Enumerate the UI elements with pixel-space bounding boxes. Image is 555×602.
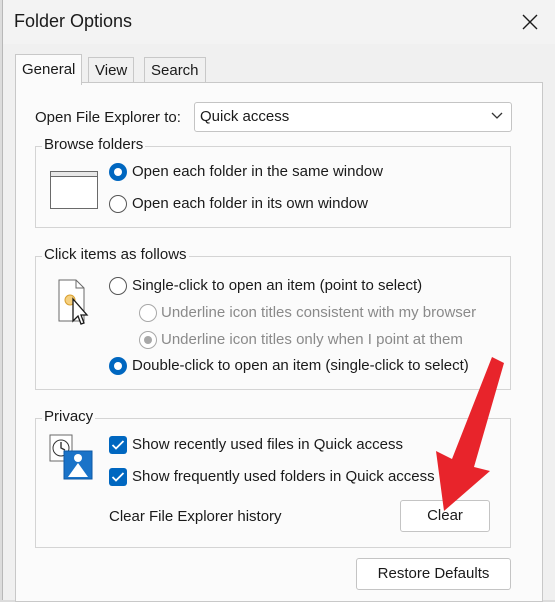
checkbox-frequent-folders[interactable] [109, 468, 127, 486]
general-panel: Open File Explorer to: Quick access Brow… [15, 82, 543, 602]
document-pointer-icon [58, 279, 89, 325]
radio-single-click[interactable] [109, 277, 127, 295]
chevron-down-icon [491, 112, 503, 119]
radio-own-window[interactable] [109, 195, 127, 213]
recent-files-label[interactable]: Show recently used files in Quick access [132, 436, 403, 453]
click-items-group: Click items as follows Single-click to o… [35, 246, 511, 390]
tab-view[interactable]: View [88, 57, 135, 83]
open-explorer-value: Quick access [200, 108, 290, 125]
window-icon [50, 171, 98, 209]
single-click-label[interactable]: Single-click to open an item (point to s… [132, 277, 422, 294]
radio-underline-browser[interactable] [139, 304, 157, 322]
double-click-label[interactable]: Double-click to open an item (single-cli… [132, 357, 469, 374]
radio-double-click[interactable] [109, 357, 127, 375]
title-bar: Folder Options [3, 0, 555, 44]
close-icon [522, 14, 538, 30]
radio-underline-point[interactable] [139, 331, 157, 349]
window-title: Folder Options [14, 11, 133, 31]
frequent-folders-label[interactable]: Show frequently used folders in Quick ac… [132, 468, 435, 485]
privacy-history-icon [49, 434, 93, 480]
radio-same-window[interactable] [109, 163, 127, 181]
folder-options-window: Folder Options General View Search Open … [2, 0, 555, 602]
close-button[interactable] [513, 6, 547, 38]
same-window-label[interactable]: Open each folder in the same window [132, 163, 383, 180]
click-items-title: Click items as follows [42, 246, 189, 263]
browse-folders-group: Browse folders Open each folder in the s… [35, 136, 511, 228]
open-explorer-label: Open File Explorer to: [35, 109, 181, 126]
restore-defaults-button[interactable]: Restore Defaults [356, 558, 511, 590]
checkmark-icon [111, 440, 125, 450]
underline-browser-label[interactable]: Underline icon titles consistent with my… [161, 304, 476, 321]
browse-folders-title: Browse folders [42, 136, 146, 153]
privacy-group: Privacy Show recently used files in Quic… [35, 408, 511, 548]
clear-button[interactable]: Clear [400, 500, 490, 532]
checkmark-icon [111, 472, 125, 482]
own-window-label[interactable]: Open each folder in its own window [132, 195, 368, 212]
privacy-title: Privacy [42, 408, 96, 425]
tab-general[interactable]: General [15, 54, 83, 85]
underline-point-label[interactable]: Underline icon titles only when I point … [161, 331, 463, 348]
clear-history-label: Clear File Explorer history [109, 508, 282, 525]
checkbox-recent-files[interactable] [109, 436, 127, 454]
tab-search[interactable]: Search [144, 57, 206, 83]
open-explorer-dropdown[interactable]: Quick access [194, 102, 512, 132]
